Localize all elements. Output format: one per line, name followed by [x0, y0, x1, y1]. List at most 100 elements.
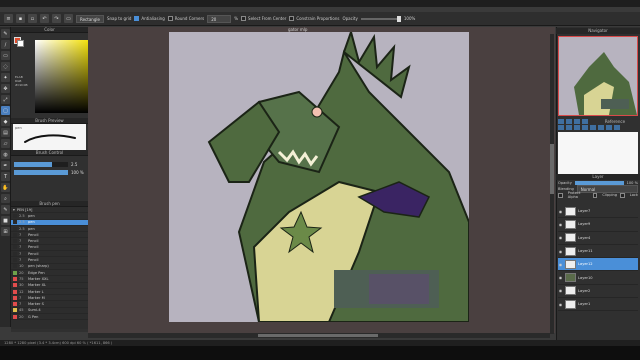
eyedropper-tool-icon[interactable]: ✒ [1, 161, 10, 170]
transform-tool-icon[interactable]: ⤢ [1, 95, 10, 104]
brush-rows: 2.5 pen 2.5 pen 2.5 pen 7 Pencil 7 Pencil 7 Pencil 7… [11, 213, 88, 321]
fill-tool-icon[interactable]: ◆ [1, 117, 10, 126]
round-corners-checkbox[interactable] [167, 16, 173, 22]
ref-rotate-icon[interactable] [598, 125, 604, 130]
canvas-area[interactable]: gator mlp [88, 27, 555, 333]
horizontal-scroll-thumb[interactable] [258, 334, 378, 337]
color-tool-icon[interactable]: ■ [1, 216, 10, 225]
layer-opacity-label: Opacity [558, 181, 572, 185]
grid-tool-icon[interactable]: ⊞ [1, 227, 10, 236]
bottom-bar [0, 346, 640, 360]
menu-icon[interactable]: ≡ [4, 14, 13, 23]
eye-icon[interactable]: ◉ [558, 302, 563, 307]
saturation-value-field[interactable] [35, 40, 89, 113]
brush-item[interactable]: 20 G Pen [11, 314, 88, 321]
reference-panel[interactable] [558, 132, 638, 174]
select-from-center-checkbox[interactable] [241, 16, 247, 22]
save-icon[interactable]: ▪ [16, 14, 25, 23]
select-from-center-option[interactable]: Select From Center [241, 16, 286, 22]
pen-tool-2-icon[interactable]: ✎ [1, 205, 10, 214]
layer-thumbnail [565, 273, 576, 283]
redo-icon[interactable]: ↷ [52, 14, 61, 23]
brush-size-label: 45 [19, 308, 24, 313]
eye-icon[interactable]: ◉ [558, 235, 563, 240]
fit-icon[interactable] [574, 119, 580, 124]
round-corners-option[interactable]: Round Corners [167, 16, 204, 22]
layer-name: Layer7 [578, 209, 591, 214]
ref-open-icon[interactable] [558, 125, 564, 130]
constrain-proportions-option[interactable]: Constrain Proportions [289, 16, 339, 22]
ref-flip-icon[interactable] [590, 125, 596, 130]
layer-row[interactable]: ◉ Layer7 [558, 205, 638, 219]
eye-icon[interactable]: ◉ [558, 275, 563, 280]
round-value-field[interactable]: 20 [207, 14, 232, 23]
opacity-slider-knob[interactable] [396, 15, 401, 22]
horizontal-scrollbar[interactable] [88, 333, 550, 338]
antialiasing-option[interactable]: Antialiasing [134, 16, 165, 22]
opacity-slider[interactable] [360, 15, 401, 22]
brush-name-label: pen [28, 220, 35, 225]
ref-close-icon[interactable] [614, 125, 620, 130]
color-swatches[interactable] [14, 37, 24, 47]
brush-opacity-slider[interactable] [14, 170, 68, 175]
blur-tool-icon[interactable]: ◍ [1, 150, 10, 159]
navigator-preview[interactable] [558, 36, 638, 116]
hand-tool-icon[interactable]: ✋ [1, 183, 10, 192]
round-unit-label: % [234, 16, 239, 21]
color-panel: ELAB RGB #C9C0B [11, 33, 96, 118]
brush-name-label: Pencil [28, 239, 39, 244]
brush-size-label: 2.5 [19, 226, 25, 231]
rectangle-select-tool-icon[interactable]: ▢ [1, 106, 10, 115]
wand-tool-icon[interactable]: ✦ [1, 73, 10, 82]
layer-name: Layer11 [578, 249, 593, 254]
eye-icon[interactable]: ◉ [558, 249, 563, 254]
ref-pick-icon[interactable] [606, 125, 612, 130]
ref-next-icon[interactable] [574, 125, 580, 130]
ref-prev-icon[interactable] [566, 125, 572, 130]
zoom-in-icon[interactable] [566, 119, 572, 124]
constrain-checkbox[interactable] [289, 16, 295, 22]
shape-select[interactable]: Rectangle [76, 14, 104, 23]
layer-row[interactable]: ◉ Layer11 [558, 245, 638, 259]
clipping-checkbox[interactable] [592, 192, 598, 198]
select-tool-icon[interactable]: ▭ [1, 51, 10, 60]
brush-size-value[interactable]: 2.5 [71, 162, 85, 167]
eraser-tool-icon[interactable]: ▱ [1, 139, 10, 148]
gradient-tool-icon[interactable]: ▤ [1, 128, 10, 137]
canvas[interactable] [169, 32, 469, 322]
layer-row[interactable]: ◉ Layer10 [558, 271, 638, 285]
vertical-scroll-thumb[interactable] [550, 144, 554, 194]
brush-opacity-value[interactable]: 100 % [71, 170, 85, 175]
opacity-value: 100% [403, 16, 416, 21]
brush-color-swatch [13, 295, 17, 300]
layer-row[interactable]: ◉ Layer4 [558, 232, 638, 245]
layer-row[interactable]: ◉ Layer12 [558, 258, 638, 272]
layer-row[interactable]: ◉ Layer1 [558, 298, 638, 312]
brush-size-slider[interactable] [14, 162, 68, 167]
rotate-icon[interactable] [582, 119, 588, 124]
zoom-tool-icon[interactable]: ⌕ [1, 194, 10, 203]
select-shape-icon[interactable]: ▭ [64, 14, 73, 23]
lock-checkbox[interactable] [620, 192, 625, 198]
eye-icon[interactable]: ◉ [558, 209, 563, 214]
layer-row[interactable]: ◉ Layer9 [558, 218, 638, 232]
protect-alpha-checkbox[interactable] [558, 192, 563, 198]
pen-tool-icon[interactable]: ✎ [1, 29, 10, 38]
move-tool-icon[interactable]: ✥ [1, 84, 10, 93]
vertical-scrollbar[interactable] [550, 34, 554, 334]
ref-zoom-icon[interactable] [582, 125, 588, 130]
brush-tool-icon[interactable]: ∕ [1, 40, 10, 49]
antialiasing-checkbox[interactable] [134, 16, 140, 22]
brush-size-label: 7 [19, 251, 22, 256]
layer-row[interactable]: ◉ Layer2 [558, 285, 638, 299]
layer-opacity-slider[interactable] [574, 181, 624, 185]
eye-icon[interactable]: ◉ [558, 222, 563, 227]
open-icon[interactable]: ▫ [28, 14, 37, 23]
text-tool-icon[interactable]: T [1, 172, 10, 181]
background-swatch[interactable] [17, 40, 24, 47]
undo-icon[interactable]: ↶ [40, 14, 49, 23]
lasso-tool-icon[interactable]: ◌ [1, 62, 10, 71]
eye-icon[interactable]: ◉ [558, 262, 563, 267]
eye-icon[interactable]: ◉ [558, 288, 563, 293]
zoom-out-icon[interactable] [558, 119, 564, 124]
